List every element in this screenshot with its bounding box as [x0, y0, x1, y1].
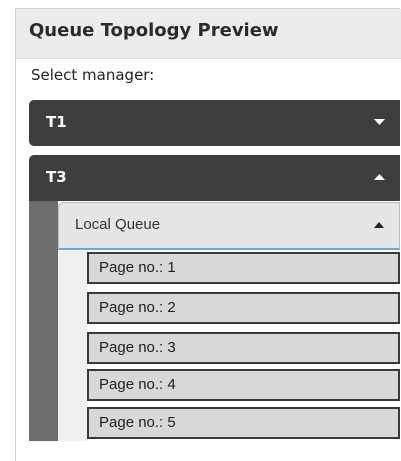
page-item[interactable]: Page no.: 5	[87, 407, 400, 439]
page-item[interactable]: Page no.: 3	[87, 332, 400, 364]
page-item-label: Page no.: 1	[99, 259, 176, 276]
manager-t3-indent-bar	[29, 201, 58, 441]
panel-title: Queue Topology Preview	[29, 20, 279, 41]
caret-up-icon	[374, 174, 385, 180]
page-item-label: Page no.: 4	[99, 376, 176, 393]
page-item-label: Page no.: 5	[99, 414, 176, 431]
local-queue-label: Local Queue	[75, 216, 161, 233]
manager-t1-label: T1	[46, 113, 67, 131]
page-item-label: Page no.: 2	[99, 299, 176, 316]
select-manager-label: Select manager:	[31, 66, 155, 84]
manager-t3-content: Local Queue Page no.: 1 Page no.: 2 Page…	[29, 201, 400, 441]
page-item[interactable]: Page no.: 1	[87, 252, 400, 284]
local-queue-header[interactable]: Local Queue	[58, 202, 400, 250]
manager-t3-header[interactable]: T3	[29, 155, 400, 201]
caret-up-icon	[374, 222, 384, 228]
caret-down-icon	[374, 119, 385, 125]
page-item[interactable]: Page no.: 2	[87, 292, 400, 324]
local-queue-indent-bar	[58, 251, 87, 441]
manager-t1-header[interactable]: T1	[29, 100, 400, 146]
page-item[interactable]: Page no.: 4	[87, 369, 400, 401]
manager-t3-label: T3	[46, 168, 67, 186]
panel-header: Queue Topology Preview	[16, 9, 401, 59]
page-item-label: Page no.: 3	[99, 339, 176, 356]
